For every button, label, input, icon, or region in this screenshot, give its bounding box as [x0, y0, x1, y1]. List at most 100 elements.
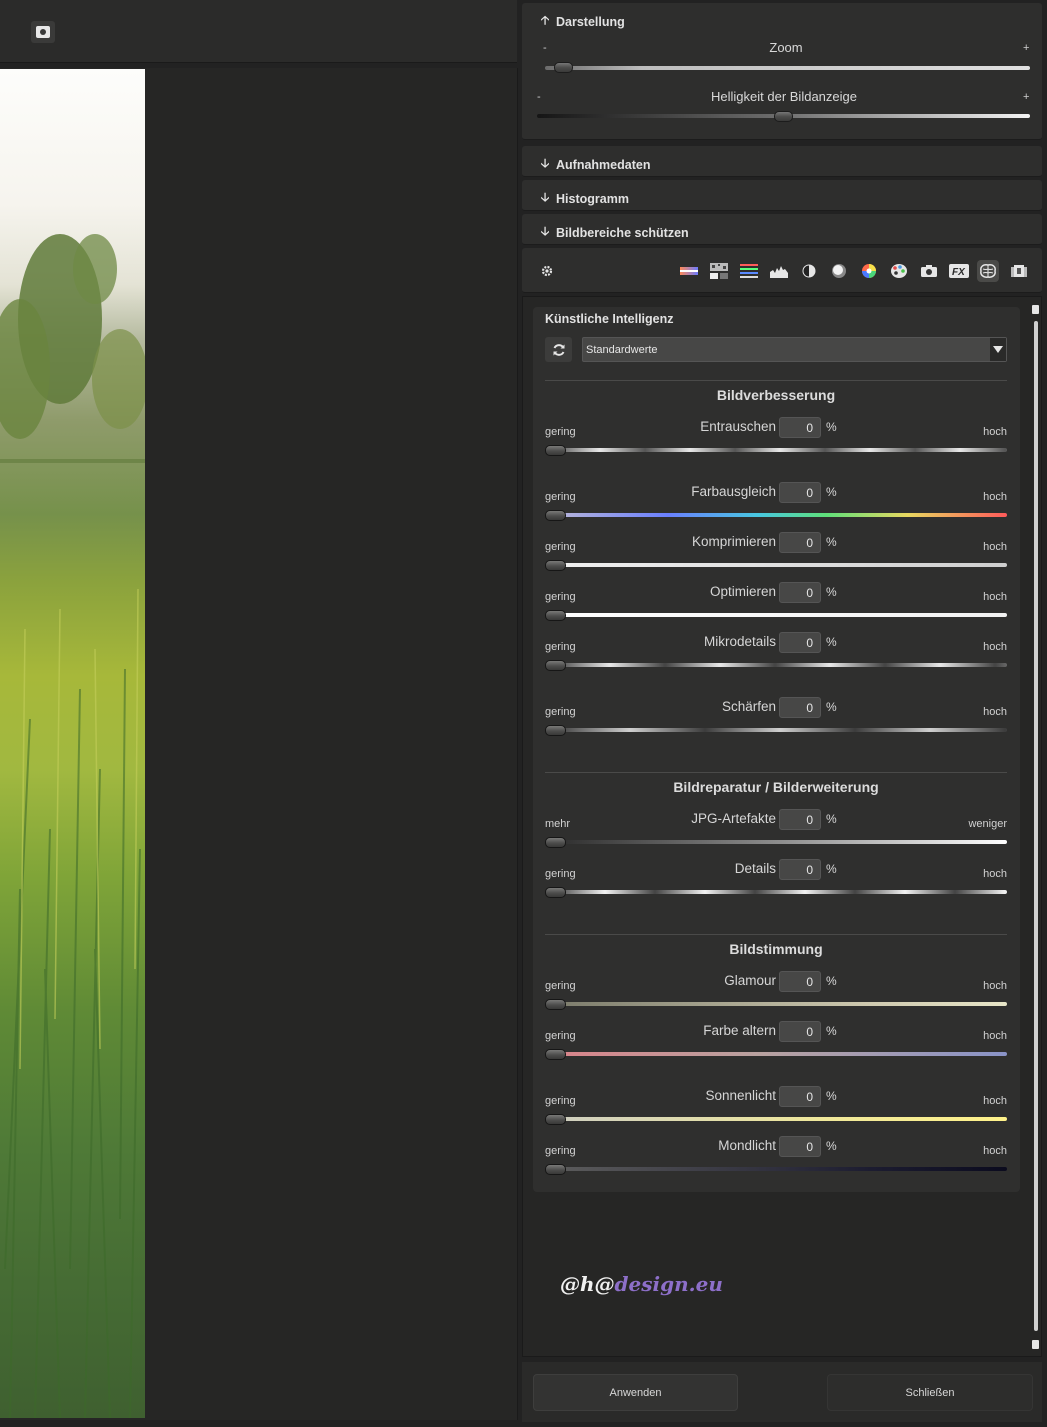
- slider-track[interactable]: [555, 840, 1007, 844]
- protect-areas-section[interactable]: 🡣 Bildbereiche schützen: [522, 214, 1042, 245]
- photo-preview[interactable]: [0, 69, 145, 1418]
- brightness-plus-label: +: [1023, 91, 1030, 103]
- percent-unit: %: [826, 1024, 837, 1038]
- camera-tool-button[interactable]: [918, 260, 940, 282]
- apply-button[interactable]: Anwenden: [533, 1374, 738, 1411]
- scroll-down-arrow[interactable]: [1032, 1340, 1039, 1349]
- fx-tool-button[interactable]: FX: [948, 260, 970, 282]
- slider-value-field[interactable]: 0: [779, 482, 821, 503]
- reset-button[interactable]: [545, 337, 572, 362]
- noise-icon: [710, 263, 728, 279]
- scroll-thumb[interactable]: [1034, 321, 1038, 1331]
- slider-label: Farbe altern: [703, 1023, 776, 1038]
- slider-value-field[interactable]: 0: [779, 971, 821, 992]
- slider-thumb[interactable]: [545, 837, 566, 848]
- color-balance-icon: [740, 264, 758, 278]
- contrast-icon: [802, 264, 816, 278]
- slider-thumb[interactable]: [545, 510, 566, 521]
- preset-select[interactable]: Standardwerte: [582, 337, 1007, 362]
- zoom-slider-thumb[interactable]: [554, 62, 574, 73]
- histogram-icon: [770, 266, 788, 278]
- slider-track[interactable]: [555, 663, 1007, 667]
- zoom-slider-track[interactable]: [545, 66, 1030, 70]
- slider-label: Entrauschen: [700, 419, 776, 434]
- slider-thumb[interactable]: [545, 445, 566, 456]
- slider-track[interactable]: [555, 1002, 1007, 1006]
- palette-tool-button[interactable]: [888, 260, 910, 282]
- ai-panel-scrollbar[interactable]: [1031, 303, 1040, 1352]
- slider-value-field[interactable]: 0: [779, 697, 821, 718]
- percent-unit: %: [826, 974, 837, 988]
- slider-thumb[interactable]: [545, 660, 566, 671]
- slider-track[interactable]: [555, 513, 1007, 517]
- tone-tool-button[interactable]: [828, 260, 850, 282]
- slider-label: Mikrodetails: [703, 634, 776, 649]
- slider-track[interactable]: [555, 1167, 1007, 1171]
- slider-low-label: gering: [545, 591, 576, 603]
- slider-label: Sonnenlicht: [705, 1088, 776, 1103]
- slider-value-field[interactable]: 0: [779, 1136, 821, 1157]
- slider-label: Optimieren: [709, 584, 776, 599]
- slider-value-field[interactable]: 0: [779, 632, 821, 653]
- slider-thumb[interactable]: [545, 887, 566, 898]
- ai-tool-button[interactable]: [977, 260, 999, 282]
- brightness-slider-thumb[interactable]: [774, 111, 793, 122]
- frame-tool-button[interactable]: [1008, 260, 1030, 282]
- slider-value-field[interactable]: 0: [779, 1021, 821, 1042]
- slider-track[interactable]: [555, 448, 1007, 452]
- slider-high-label: hoch: [983, 980, 1007, 992]
- snapshot-button[interactable]: [31, 21, 55, 43]
- slider-track[interactable]: [555, 1052, 1007, 1056]
- slider-label: JPG-Artefakte: [691, 811, 776, 826]
- close-button[interactable]: Schließen: [827, 1374, 1033, 1411]
- color-wheel-tool-button[interactable]: [858, 260, 880, 282]
- slider-thumb[interactable]: [545, 725, 566, 736]
- contrast-tool-button[interactable]: [798, 260, 820, 282]
- slider-thumb[interactable]: [545, 560, 566, 571]
- slider-thumb[interactable]: [545, 1049, 566, 1060]
- slider-track[interactable]: [555, 613, 1007, 617]
- slider-track[interactable]: [555, 890, 1007, 894]
- display-section-header[interactable]: 🡡 Darstellung: [540, 11, 625, 32]
- slider-low-label: gering: [545, 1095, 576, 1107]
- gradient-icon: [680, 267, 698, 275]
- slider-label: Schärfen: [721, 699, 776, 714]
- slider-value-field[interactable]: 0: [779, 417, 821, 438]
- slider-low-label: gering: [545, 641, 576, 653]
- slider-value-field[interactable]: 0: [779, 1086, 821, 1107]
- slider-thumb[interactable]: [545, 610, 566, 621]
- slider-value-field[interactable]: 0: [779, 582, 821, 603]
- slider-low-label: gering: [545, 426, 576, 438]
- slider-low-label: mehr: [545, 818, 571, 830]
- slider-value-field[interactable]: 0: [779, 532, 821, 553]
- expand-arrow-icon: 🡣: [540, 156, 550, 170]
- slider-thumb[interactable]: [545, 1164, 566, 1175]
- refresh-icon: [553, 343, 564, 356]
- zoom-plus-label: +: [1023, 42, 1030, 54]
- image-toolbar: [0, 0, 517, 63]
- slider-track[interactable]: [555, 1117, 1007, 1121]
- percent-unit: %: [826, 485, 837, 499]
- slider-high-label: hoch: [983, 641, 1007, 653]
- slider-low-label: gering: [545, 868, 576, 880]
- display-section-title: Darstellung: [556, 14, 625, 29]
- slider-high-label: hoch: [983, 491, 1007, 503]
- noise-tool-button[interactable]: [708, 260, 730, 282]
- slider-thumb[interactable]: [545, 1114, 566, 1125]
- watermark-part2: design.eu: [614, 1272, 723, 1296]
- histogram-section[interactable]: 🡣 Histogramm: [522, 180, 1042, 211]
- gradient-tool-button[interactable]: [678, 260, 700, 282]
- slider-low-label: gering: [545, 1145, 576, 1157]
- slider-thumb[interactable]: [545, 999, 566, 1010]
- slider-value-field[interactable]: 0: [779, 859, 821, 880]
- scroll-up-arrow[interactable]: [1032, 305, 1039, 314]
- histogram-tool-button[interactable]: [768, 260, 790, 282]
- slider-track[interactable]: [555, 728, 1007, 732]
- capture-data-section[interactable]: 🡣 Aufnahmedaten: [522, 146, 1042, 177]
- color-balance-tool-button[interactable]: [738, 260, 760, 282]
- slider-value-field[interactable]: 0: [779, 809, 821, 830]
- zoom-label: Zoom: [769, 40, 803, 55]
- slider-track[interactable]: [555, 563, 1007, 567]
- expand-arrow-icon: 🡣: [540, 224, 550, 238]
- settings-button[interactable]: [536, 260, 558, 282]
